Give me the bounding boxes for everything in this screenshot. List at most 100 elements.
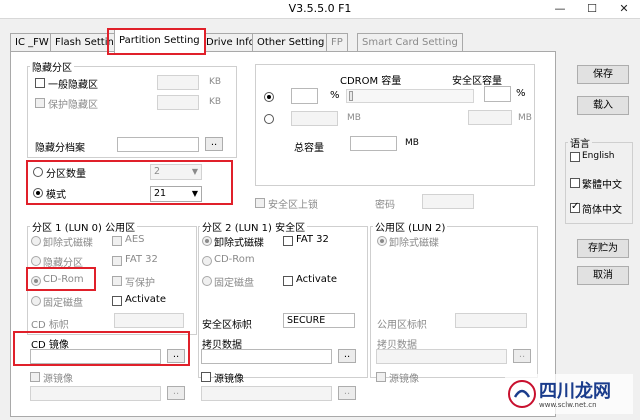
protect-hidden-label: 保护隐藏区 <box>48 100 98 111</box>
watermark-text: 四川龙网 <box>539 381 611 402</box>
p2-cdrom-radio[interactable] <box>202 256 212 266</box>
hidden-file-browse-button[interactable]: .. <box>205 137 223 151</box>
logo-icon <box>508 380 536 408</box>
total-capacity-unit: MB <box>405 138 419 148</box>
tab-fp[interactable]: FP <box>326 33 348 52</box>
normal-hidden-size-input[interactable] <box>157 75 199 90</box>
p3-removable-radio[interactable] <box>377 236 387 246</box>
capacity-slider[interactable] <box>346 89 474 103</box>
p1-source-image-label: 源镜像 <box>43 374 73 385</box>
watermark: 四川龙网 www.sclw.net.cn <box>505 374 633 414</box>
secure-mb-unit: MB <box>518 113 532 123</box>
protect-hidden-unit: KB <box>209 97 222 107</box>
partition2-group-label: 分区 2 (LUN 1) 安全区 <box>200 219 308 234</box>
cd-image-highlight-box <box>13 331 190 366</box>
load-button[interactable]: 载入 <box>577 96 629 115</box>
p3-source-image-label: 源镜像 <box>389 374 419 385</box>
p1-aes-checkbox[interactable] <box>112 236 122 246</box>
tab-smart-card-setting[interactable]: Smart Card Setting <box>357 33 463 52</box>
p2-activate-label: Activate <box>296 274 337 285</box>
secure-lock-checkbox[interactable] <box>255 198 265 208</box>
percent-sign: % <box>330 90 340 101</box>
p2-copy-data-browse-button[interactable]: .. <box>338 349 356 363</box>
p3-removable-label: 卸除式磁碟 <box>389 238 439 249</box>
protect-hidden-size-input[interactable] <box>157 95 199 110</box>
p1-fat32-checkbox[interactable] <box>112 256 122 266</box>
p1-removable-radio[interactable] <box>31 236 41 246</box>
cdrom-mb-unit: MB <box>347 113 361 123</box>
cdrom-highlight-box <box>26 267 96 291</box>
p2-removable-radio[interactable] <box>202 236 212 246</box>
p2-secure-label-input[interactable]: SECURE <box>283 313 355 328</box>
partition3-group-label: 公用区 (LUN 2) <box>373 219 448 234</box>
p1-cd-label-input[interactable] <box>114 313 184 328</box>
total-capacity-input[interactable] <box>350 136 397 151</box>
mb-mode-radio[interactable] <box>264 114 274 124</box>
tab-highlight-box <box>107 28 206 55</box>
p1-cd-label: CD 标帜 <box>31 320 69 331</box>
secure-percent-sign: % <box>516 88 526 99</box>
traditional-chinese-checkbox[interactable] <box>570 178 580 188</box>
p1-hidden-radio[interactable] <box>31 256 41 266</box>
traditional-chinese-label: 繁體中文 <box>582 180 622 191</box>
protect-hidden-checkbox[interactable] <box>35 98 45 108</box>
save-button[interactable]: 保存 <box>577 65 629 84</box>
secure-capacity-label: 安全区容量 <box>452 76 502 87</box>
p2-activate-checkbox[interactable] <box>283 276 293 286</box>
p3-copy-data-input[interactable] <box>376 349 507 364</box>
p1-aes-label: AES <box>125 234 145 245</box>
p1-write-protect-checkbox[interactable] <box>112 276 122 286</box>
p2-source-image-input[interactable] <box>201 386 332 401</box>
tab-drive-info[interactable]: Drive Info <box>201 33 260 52</box>
p1-write-protect-label: 写保护 <box>125 278 155 289</box>
maximize-button[interactable]: ☐ <box>576 0 608 18</box>
p2-secure-label: 安全区标帜 <box>202 320 252 331</box>
secure-mb-input[interactable] <box>468 110 512 125</box>
p2-copy-data-input[interactable] <box>201 349 332 364</box>
minimize-button[interactable]: — <box>544 0 576 18</box>
p2-fixed-radio[interactable] <box>202 276 212 286</box>
normal-hidden-checkbox[interactable] <box>35 78 45 88</box>
p3-copy-data-browse-button[interactable]: .. <box>513 349 531 363</box>
p2-fat32-label: FAT 32 <box>296 234 329 245</box>
p3-public-label: 公用区标帜 <box>377 320 427 331</box>
simplified-chinese-label: 简体中文 <box>582 205 622 216</box>
p2-fixed-label: 固定磁盘 <box>214 278 254 289</box>
p1-fixed-radio[interactable] <box>31 296 41 306</box>
p3-public-label-input[interactable] <box>455 313 527 328</box>
p1-source-image-browse-button[interactable]: .. <box>167 386 185 400</box>
secure-percent-input[interactable] <box>484 86 511 102</box>
language-group-label: 语言 <box>568 135 592 150</box>
password-label: 密码 <box>375 200 395 211</box>
cdrom-mb-input[interactable] <box>291 111 338 126</box>
p2-source-image-browse-button[interactable]: .. <box>338 386 356 400</box>
p2-fat32-checkbox[interactable] <box>283 236 293 246</box>
percent-mode-radio[interactable] <box>264 92 274 102</box>
p1-activate-label: Activate <box>125 294 166 305</box>
capacity-slider-thumb[interactable] <box>349 91 353 101</box>
p1-activate-checkbox[interactable] <box>112 296 122 306</box>
close-button[interactable]: ✕ <box>608 0 640 18</box>
partition-mode-highlight-box <box>26 160 233 205</box>
hidden-partition-group-label: 隐藏分区 <box>30 59 74 74</box>
partition1-group-label: 分区 1 (LUN 0) 公用区 <box>30 219 138 234</box>
simplified-chinese-checkbox[interactable] <box>570 201 580 213</box>
cdrom-percent-input[interactable] <box>291 88 318 104</box>
p2-source-image-checkbox[interactable] <box>201 372 211 382</box>
p1-fat32-label: FAT 32 <box>125 254 158 265</box>
tab-other-setting[interactable]: Other Setting <box>252 33 330 52</box>
english-checkbox[interactable] <box>570 152 580 162</box>
total-capacity-label: 总容量 <box>294 143 324 154</box>
p1-source-image-input[interactable] <box>30 386 161 401</box>
p2-cdrom-label: CD-Rom <box>214 254 255 265</box>
p1-fixed-label: 固定磁盘 <box>43 298 83 309</box>
watermark-url: www.sclw.net.cn <box>539 401 597 409</box>
password-input[interactable] <box>422 194 474 209</box>
english-label: English <box>582 151 615 161</box>
p3-source-image-checkbox[interactable] <box>376 372 386 382</box>
tab-ic-fw[interactable]: IC _FW <box>10 33 54 52</box>
hidden-file-input[interactable] <box>117 137 199 152</box>
cancel-button[interactable]: 取消 <box>577 266 629 285</box>
p1-source-image-checkbox[interactable] <box>30 372 40 382</box>
save-as-button[interactable]: 存贮为 <box>577 239 629 258</box>
